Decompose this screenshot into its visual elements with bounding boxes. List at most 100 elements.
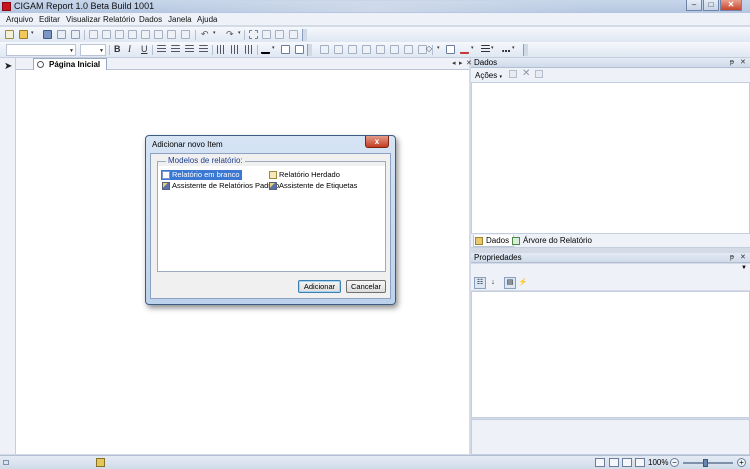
- snap-icon[interactable]: [289, 30, 298, 39]
- underline-button[interactable]: U: [141, 44, 148, 54]
- sort-az-icon[interactable]: ↓: [487, 277, 499, 289]
- valign-top-icon[interactable]: [217, 45, 226, 54]
- view-single-page-icon[interactable]: [595, 458, 605, 467]
- status-icon[interactable]: [96, 458, 105, 467]
- maximize-button[interactable]: □: [703, 0, 719, 11]
- toolbar-grip[interactable]: [307, 44, 312, 56]
- open-folder-icon[interactable]: [19, 30, 28, 39]
- menu-relatorio[interactable]: Relatório: [103, 15, 135, 24]
- edit-icon[interactable]: [509, 70, 517, 78]
- events-icon[interactable]: ⚡: [517, 277, 529, 289]
- zoom-slider-track[interactable]: [683, 462, 733, 464]
- menu-visualizar[interactable]: Visualizar: [66, 15, 101, 24]
- list-item-assistente-padrao[interactable]: Assistente de Relatórios Padrão: [161, 181, 279, 191]
- open-dropdown-icon[interactable]: ▾: [31, 30, 36, 39]
- new-report-icon[interactable]: [5, 30, 14, 39]
- cut-icon[interactable]: [89, 30, 98, 39]
- fill-color-icon[interactable]: ◇: [426, 45, 435, 54]
- toolbar-grip[interactable]: [523, 44, 528, 56]
- copy-icon[interactable]: [102, 30, 111, 39]
- valign-bottom-icon[interactable]: [245, 45, 254, 54]
- align-center-icon[interactable]: [171, 45, 180, 54]
- cancel-button[interactable]: Cancelar: [346, 280, 386, 293]
- align-left-icon[interactable]: [157, 45, 166, 54]
- send-to-back-icon[interactable]: [262, 30, 271, 39]
- paste-icon[interactable]: [115, 30, 124, 39]
- grid-icon[interactable]: [275, 30, 284, 39]
- list-item-relatorio-em-branco[interactable]: Relatório em branco: [161, 170, 242, 180]
- border-style-icon[interactable]: [295, 45, 304, 54]
- background-icon[interactable]: [446, 45, 455, 54]
- italic-button[interactable]: I: [128, 44, 131, 54]
- valign-middle-icon[interactable]: [231, 45, 240, 54]
- line-width-icon[interactable]: [481, 45, 490, 54]
- menu-ajuda[interactable]: Ajuda: [197, 15, 217, 24]
- tab-pagina-inicial[interactable]: Página Inicial: [33, 58, 108, 70]
- align-bottoms-icon[interactable]: [390, 45, 399, 54]
- pointer-icon[interactable]: ➤: [4, 61, 12, 72]
- list-item-relatorio-herdado[interactable]: Relatório Herdado: [268, 170, 340, 180]
- tab-prev-icon[interactable]: ◂: [452, 59, 456, 67]
- delete-icon[interactable]: [128, 30, 137, 39]
- line-style-dropdown-icon[interactable]: ▾: [512, 45, 517, 54]
- minimize-button[interactable]: –: [686, 0, 702, 11]
- font-size-combo[interactable]: ▼: [80, 44, 106, 56]
- zoom-slider-thumb[interactable]: [703, 459, 708, 467]
- redo-icon[interactable]: ↷: [226, 30, 235, 39]
- save-all-icon[interactable]: [57, 30, 66, 39]
- tab-dados[interactable]: Dados: [473, 235, 515, 247]
- menu-editar[interactable]: Editar: [39, 15, 60, 24]
- property-grid[interactable]: [471, 291, 750, 418]
- line-color-icon[interactable]: [460, 45, 469, 54]
- dados-tree[interactable]: [471, 82, 750, 234]
- tab-next-icon[interactable]: ▸: [459, 59, 463, 67]
- save-icon[interactable]: [43, 30, 52, 39]
- view-two-pages-icon[interactable]: [609, 458, 619, 467]
- zoom-in-button[interactable]: +: [737, 458, 746, 467]
- border-icon[interactable]: [281, 45, 290, 54]
- delete-icon[interactable]: ✕: [522, 68, 530, 79]
- pin-icon[interactable]: ᵽ: [730, 253, 734, 262]
- bold-button[interactable]: B: [114, 44, 121, 54]
- redo-dropdown-icon[interactable]: ▾: [238, 30, 243, 39]
- same-width-icon[interactable]: [404, 45, 413, 54]
- find-icon[interactable]: [535, 70, 543, 78]
- close-icon[interactable]: ✕: [740, 253, 746, 262]
- font-color-icon[interactable]: [261, 45, 270, 54]
- menu-arquivo[interactable]: Arquivo: [6, 15, 33, 24]
- font-family-combo[interactable]: ▼: [6, 44, 76, 56]
- dialog-close-button[interactable]: x: [365, 136, 389, 148]
- add-button[interactable]: Adicionar: [298, 280, 341, 293]
- undo-icon[interactable]: ↶: [201, 30, 210, 39]
- object-selector-combo[interactable]: ▼: [471, 264, 750, 276]
- align-lefts-icon[interactable]: [320, 45, 329, 54]
- pin-icon[interactable]: ᵽ: [730, 58, 734, 67]
- categorized-icon[interactable]: ☷: [474, 277, 486, 289]
- justify-icon[interactable]: [199, 45, 208, 54]
- view-multi-page-icon[interactable]: [622, 458, 632, 467]
- format-painter-icon[interactable]: [181, 30, 190, 39]
- select-all-icon[interactable]: [167, 30, 176, 39]
- undo-dropdown-icon[interactable]: ▾: [213, 30, 218, 39]
- properties-icon[interactable]: ▤: [504, 277, 516, 289]
- close-icon[interactable]: ✕: [740, 58, 746, 67]
- close-window-button[interactable]: ✕: [720, 0, 742, 11]
- acoes-menu[interactable]: Ações ▾: [475, 71, 502, 80]
- view-fit-icon[interactable]: [635, 458, 645, 467]
- tab-arvore-relatorio[interactable]: Árvore do Relatório: [511, 235, 592, 247]
- align-centers-icon[interactable]: [334, 45, 343, 54]
- line-width-dropdown-icon[interactable]: ▾: [491, 45, 496, 54]
- report-templates-list[interactable]: Modelos de relatório: Relatório em branc…: [157, 156, 386, 272]
- line-style-icon[interactable]: [502, 50, 511, 52]
- bring-to-front-icon[interactable]: [249, 30, 258, 39]
- line-color-dropdown-icon[interactable]: ▾: [471, 45, 476, 54]
- menu-dados[interactable]: Dados: [139, 15, 162, 24]
- menu-janela[interactable]: Janela: [168, 15, 192, 24]
- copy-format-icon[interactable]: [141, 30, 150, 39]
- duplicate-icon[interactable]: [154, 30, 163, 39]
- align-middles-icon[interactable]: [376, 45, 385, 54]
- list-item-assistente-etiquetas[interactable]: Assistente de Etiquetas: [268, 181, 357, 191]
- zoom-out-button[interactable]: −: [670, 458, 679, 467]
- print-icon[interactable]: [71, 30, 80, 39]
- fill-color-dropdown-icon[interactable]: ▾: [437, 45, 442, 54]
